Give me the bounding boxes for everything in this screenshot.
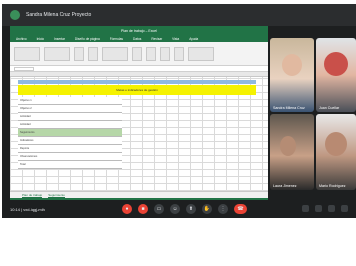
table-row[interactable]: Seguimiento	[18, 129, 122, 137]
wrap-icon[interactable]	[88, 46, 98, 61]
font-group[interactable]	[44, 46, 70, 61]
activities-icon[interactable]	[341, 205, 348, 212]
meet-window: Sandra Milena Cruz Proyecto Plan de trab…	[2, 4, 356, 218]
participant-name: Juan Cuellar	[319, 106, 340, 110]
excel-ribbon	[10, 42, 268, 66]
clipboard-group[interactable]	[14, 46, 40, 61]
chat-icon[interactable]	[328, 205, 335, 212]
menu-item[interactable]: Ayuda	[189, 37, 198, 41]
participant-tile[interactable]: Juan Cuellar	[316, 38, 356, 112]
participant-tile[interactable]: Laura Jimenez	[270, 114, 314, 190]
table-row[interactable]: Observaciones	[18, 153, 122, 161]
participant-tile[interactable]: Sandra Milena Cruz	[270, 38, 314, 112]
table-row[interactable]: Actividad	[18, 113, 122, 121]
more-options-icon[interactable]: ⋮	[218, 204, 228, 214]
sheet-tab[interactable]: Seguimiento	[48, 193, 65, 198]
name-box[interactable]	[14, 66, 34, 71]
row-label: Observaciones	[20, 155, 38, 158]
table-row[interactable]: Total	[18, 161, 122, 169]
insert-icon[interactable]	[146, 46, 156, 61]
avatar	[280, 136, 296, 156]
participant-name: Mario Rodríguez	[319, 184, 346, 188]
spreadsheet-grid[interactable]: Metas e indicadores de gestión Objetivo …	[10, 77, 268, 191]
row-label: Objetivo 2	[20, 107, 32, 110]
menu-item[interactable]: Datos	[133, 37, 141, 41]
avatar	[282, 54, 302, 76]
row-label: Objetivo 1	[20, 99, 32, 102]
row-label: Actividad	[20, 123, 31, 126]
row-label: Seguimiento	[20, 131, 35, 134]
format-icon[interactable]	[174, 46, 184, 61]
side-controls	[302, 205, 348, 212]
participant-tile[interactable]: Mario Rodríguez	[316, 114, 356, 190]
sheet-tab[interactable]: Plan de trabajo	[22, 193, 43, 198]
header-band-text: Metas e indicadores de gestión	[116, 88, 158, 92]
meet-control-bar: 10:14 | vxd-iqgj-mih ● ■ ▭ ☺ ⬆ ✋ ⋮ ☎	[2, 200, 356, 218]
menu-item[interactable]: Insertar	[54, 37, 65, 41]
call-controls: ● ■ ▭ ☺ ⬆ ✋ ⋮ ☎	[122, 204, 247, 214]
raise-hand-icon[interactable]: ✋	[202, 204, 212, 214]
emoji-icon[interactable]: ☺	[170, 204, 180, 214]
row-label: Actividad	[20, 115, 31, 118]
menu-item[interactable]: Archivo	[16, 37, 27, 41]
avatar	[324, 52, 348, 76]
table-row[interactable]: Actividad	[18, 121, 122, 129]
row-label: Indicadores	[20, 139, 34, 142]
menu-item[interactable]: Inicio	[37, 37, 44, 41]
people-icon[interactable]	[315, 205, 322, 212]
sheet-tabs: Plan de trabajo Seguimiento	[10, 191, 268, 198]
presenter-title: Sandra Milena Cruz Proyecto	[26, 12, 92, 18]
number-group[interactable]	[102, 46, 128, 61]
menu-item[interactable]: Revisar	[151, 37, 162, 41]
shared-screen: Plan de trabajo – Excel Archivo Inicio I…	[10, 26, 268, 200]
row-label: Total	[20, 163, 26, 166]
meet-header: Sandra Milena Cruz Proyecto	[2, 4, 356, 26]
participant-name: Sandra Milena Cruz	[273, 106, 305, 110]
align-icon[interactable]	[74, 46, 84, 61]
table-row[interactable]: Indicadores	[18, 137, 122, 145]
menu-item[interactable]: Vista	[172, 37, 179, 41]
meeting-code: | vxd-iqgj-mih	[21, 206, 45, 212]
delete-icon[interactable]	[160, 46, 170, 61]
time-text: 10:14	[10, 206, 21, 212]
menu-item[interactable]: Diseño de página	[75, 37, 100, 41]
present-icon[interactable]: ⬆	[186, 204, 196, 214]
excel-window-title: Plan de trabajo – Excel	[121, 29, 157, 33]
table-row[interactable]: Reporte	[18, 145, 122, 153]
captions-icon[interactable]: ▭	[154, 204, 164, 214]
table-row[interactable]: Objetivo 2	[18, 105, 122, 113]
participant-name: Laura Jimenez	[273, 184, 297, 188]
header-row-blue	[18, 80, 256, 84]
mic-off-icon[interactable]: ●	[122, 204, 132, 214]
menu-item[interactable]: Fórmulas	[110, 37, 123, 41]
editing-group[interactable]	[188, 46, 214, 61]
clock: 10:14 | vxd-iqgj-mih	[10, 207, 45, 212]
shield-icon	[10, 10, 20, 20]
avatar	[325, 132, 347, 156]
row-label: Reporte	[20, 147, 30, 150]
table-row[interactable]: Objetivo 1	[18, 97, 122, 105]
info-icon[interactable]	[302, 205, 309, 212]
header-band: Metas e indicadores de gestión	[18, 85, 256, 95]
styles-icon[interactable]	[132, 46, 142, 61]
hang-up-button[interactable]: ☎	[234, 204, 247, 214]
excel-title-bar: Plan de trabajo – Excel	[10, 26, 268, 36]
row-list: Objetivo 1 Objetivo 2 Actividad Activida…	[18, 97, 122, 169]
camera-off-icon[interactable]: ■	[138, 204, 148, 214]
